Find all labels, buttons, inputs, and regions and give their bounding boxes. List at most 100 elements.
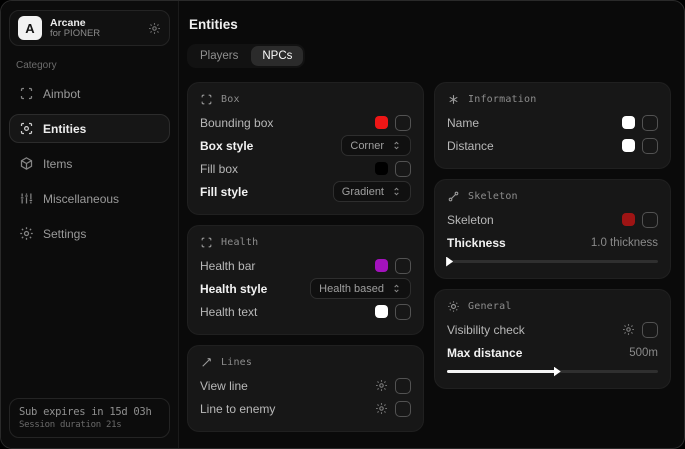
card-box: Box Bounding box Box style Corner (187, 82, 424, 215)
health-bar-checkbox[interactable] (395, 258, 411, 274)
tab-players[interactable]: Players (189, 46, 249, 66)
setting-row: Thickness 1.0 thickness (447, 231, 658, 254)
tab-npcs[interactable]: NPCs (251, 46, 303, 66)
setting-label: Line to enemy (200, 402, 275, 416)
sidebar-item-label: Aimbot (43, 87, 80, 101)
card-skeleton: Skeleton Skeleton Thickness 1.0 thicknes… (434, 179, 671, 279)
app-window: A Arcane for PIONER Category Aimbot Enti… (0, 0, 685, 449)
card-title: Information (468, 94, 536, 105)
asterisk-icon (447, 93, 460, 106)
slider-track (447, 260, 658, 263)
health-style-dropdown[interactable]: Health based (310, 278, 411, 299)
sidebar-item-label: Entities (43, 122, 86, 136)
setting-label: Skeleton (447, 213, 494, 227)
distance-checkbox[interactable] (642, 138, 658, 154)
main-panel: Entities Players NPCs Box Bounding box (179, 1, 684, 448)
gear-icon[interactable] (622, 323, 635, 336)
color-swatch[interactable] (375, 259, 388, 272)
setting-label: Bounding box (200, 116, 273, 130)
line-to-enemy-checkbox[interactable] (395, 401, 411, 417)
chevrons-up-down-icon (391, 140, 402, 151)
brand-card: A Arcane for PIONER (9, 10, 170, 46)
dropdown-value: Gradient (342, 186, 384, 198)
max-distance-value: 500m (629, 347, 658, 359)
dropdown-value: Health based (319, 283, 384, 295)
visibility-check-checkbox[interactable] (642, 322, 658, 338)
sidebar-item-items[interactable]: Items (9, 149, 170, 178)
setting-row: View line (200, 374, 411, 397)
setting-label: Visibility check (447, 323, 525, 337)
box-style-dropdown[interactable]: Corner (341, 135, 411, 156)
setting-row: Visibility check (447, 318, 658, 341)
card-title: General (468, 301, 512, 312)
slider-thumb[interactable] (446, 257, 453, 267)
gear-icon[interactable] (148, 22, 161, 35)
card-title: Box (221, 94, 240, 105)
color-swatch[interactable] (622, 139, 635, 152)
max-distance-slider[interactable] (447, 365, 658, 377)
skeleton-checkbox[interactable] (642, 212, 658, 228)
color-swatch[interactable] (375, 116, 388, 129)
corner-brackets-icon (200, 236, 213, 249)
sidebar: A Arcane for PIONER Category Aimbot Enti… (1, 1, 179, 448)
fill-box-checkbox[interactable] (395, 161, 411, 177)
setting-row: Line to enemy (200, 397, 411, 420)
app-subtitle: for PIONER (50, 29, 140, 40)
dropdown-value: Corner (350, 140, 384, 152)
sidebar-item-settings[interactable]: Settings (9, 219, 170, 248)
card-lines: Lines View line Line to enemy (187, 345, 424, 432)
card-title: Lines (221, 357, 252, 368)
subscription-info: Sub expires in 15d 03h Session duration … (9, 398, 170, 438)
sidebar-item-label: Settings (43, 227, 86, 241)
color-swatch[interactable] (622, 116, 635, 129)
setting-label: Name (447, 116, 479, 130)
health-text-checkbox[interactable] (395, 304, 411, 320)
setting-label: Fill box (200, 162, 238, 176)
view-line-checkbox[interactable] (395, 378, 411, 394)
setting-row: Max distance 500m (447, 341, 658, 364)
package-icon (19, 156, 34, 171)
focus-icon (19, 121, 34, 136)
sidebar-item-miscellaneous[interactable]: Miscellaneous (9, 184, 170, 213)
gear-icon (19, 226, 34, 241)
color-swatch[interactable] (375, 305, 388, 318)
sidebar-item-label: Items (43, 157, 72, 171)
chevrons-up-down-icon (391, 283, 402, 294)
bounding-box-checkbox[interactable] (395, 115, 411, 131)
setting-label: Thickness (447, 236, 506, 250)
setting-label: Fill style (200, 185, 248, 199)
slider-thumb[interactable] (554, 367, 561, 377)
setting-row: Distance (447, 134, 658, 157)
sidebar-item-aimbot[interactable]: Aimbot (9, 79, 170, 108)
diagonal-line-icon (200, 356, 213, 369)
setting-label: Box style (200, 139, 253, 153)
setting-row: Health text (200, 300, 411, 323)
setting-row: Fill style Gradient (200, 180, 411, 203)
setting-label: Health bar (200, 259, 255, 273)
color-swatch[interactable] (622, 213, 635, 226)
sidebar-item-entities[interactable]: Entities (9, 114, 170, 143)
bone-icon (447, 190, 460, 203)
setting-row: Bounding box (200, 111, 411, 134)
fill-style-dropdown[interactable]: Gradient (333, 181, 411, 202)
setting-label: Distance (447, 139, 494, 153)
page-title: Entities (189, 17, 671, 32)
thickness-slider[interactable] (447, 255, 658, 267)
card-title: Skeleton (468, 191, 518, 202)
slider-fill (447, 370, 557, 373)
tab-bar: Players NPCs (187, 44, 305, 68)
card-title: Health (221, 237, 258, 248)
name-checkbox[interactable] (642, 115, 658, 131)
sub-expires-text: Sub expires in 15d 03h (19, 406, 160, 418)
scan-icon (19, 86, 34, 101)
setting-label: Health style (200, 282, 267, 296)
card-general: General Visibility check Max distance (434, 289, 671, 389)
session-duration-text: Session duration 21s (19, 420, 160, 430)
color-swatch[interactable] (375, 162, 388, 175)
setting-label: Max distance (447, 346, 522, 360)
gear-icon[interactable] (375, 379, 388, 392)
gear-icon[interactable] (375, 402, 388, 415)
sliders-icon (19, 191, 34, 206)
setting-row: Fill box (200, 157, 411, 180)
setting-label: Health text (200, 305, 257, 319)
